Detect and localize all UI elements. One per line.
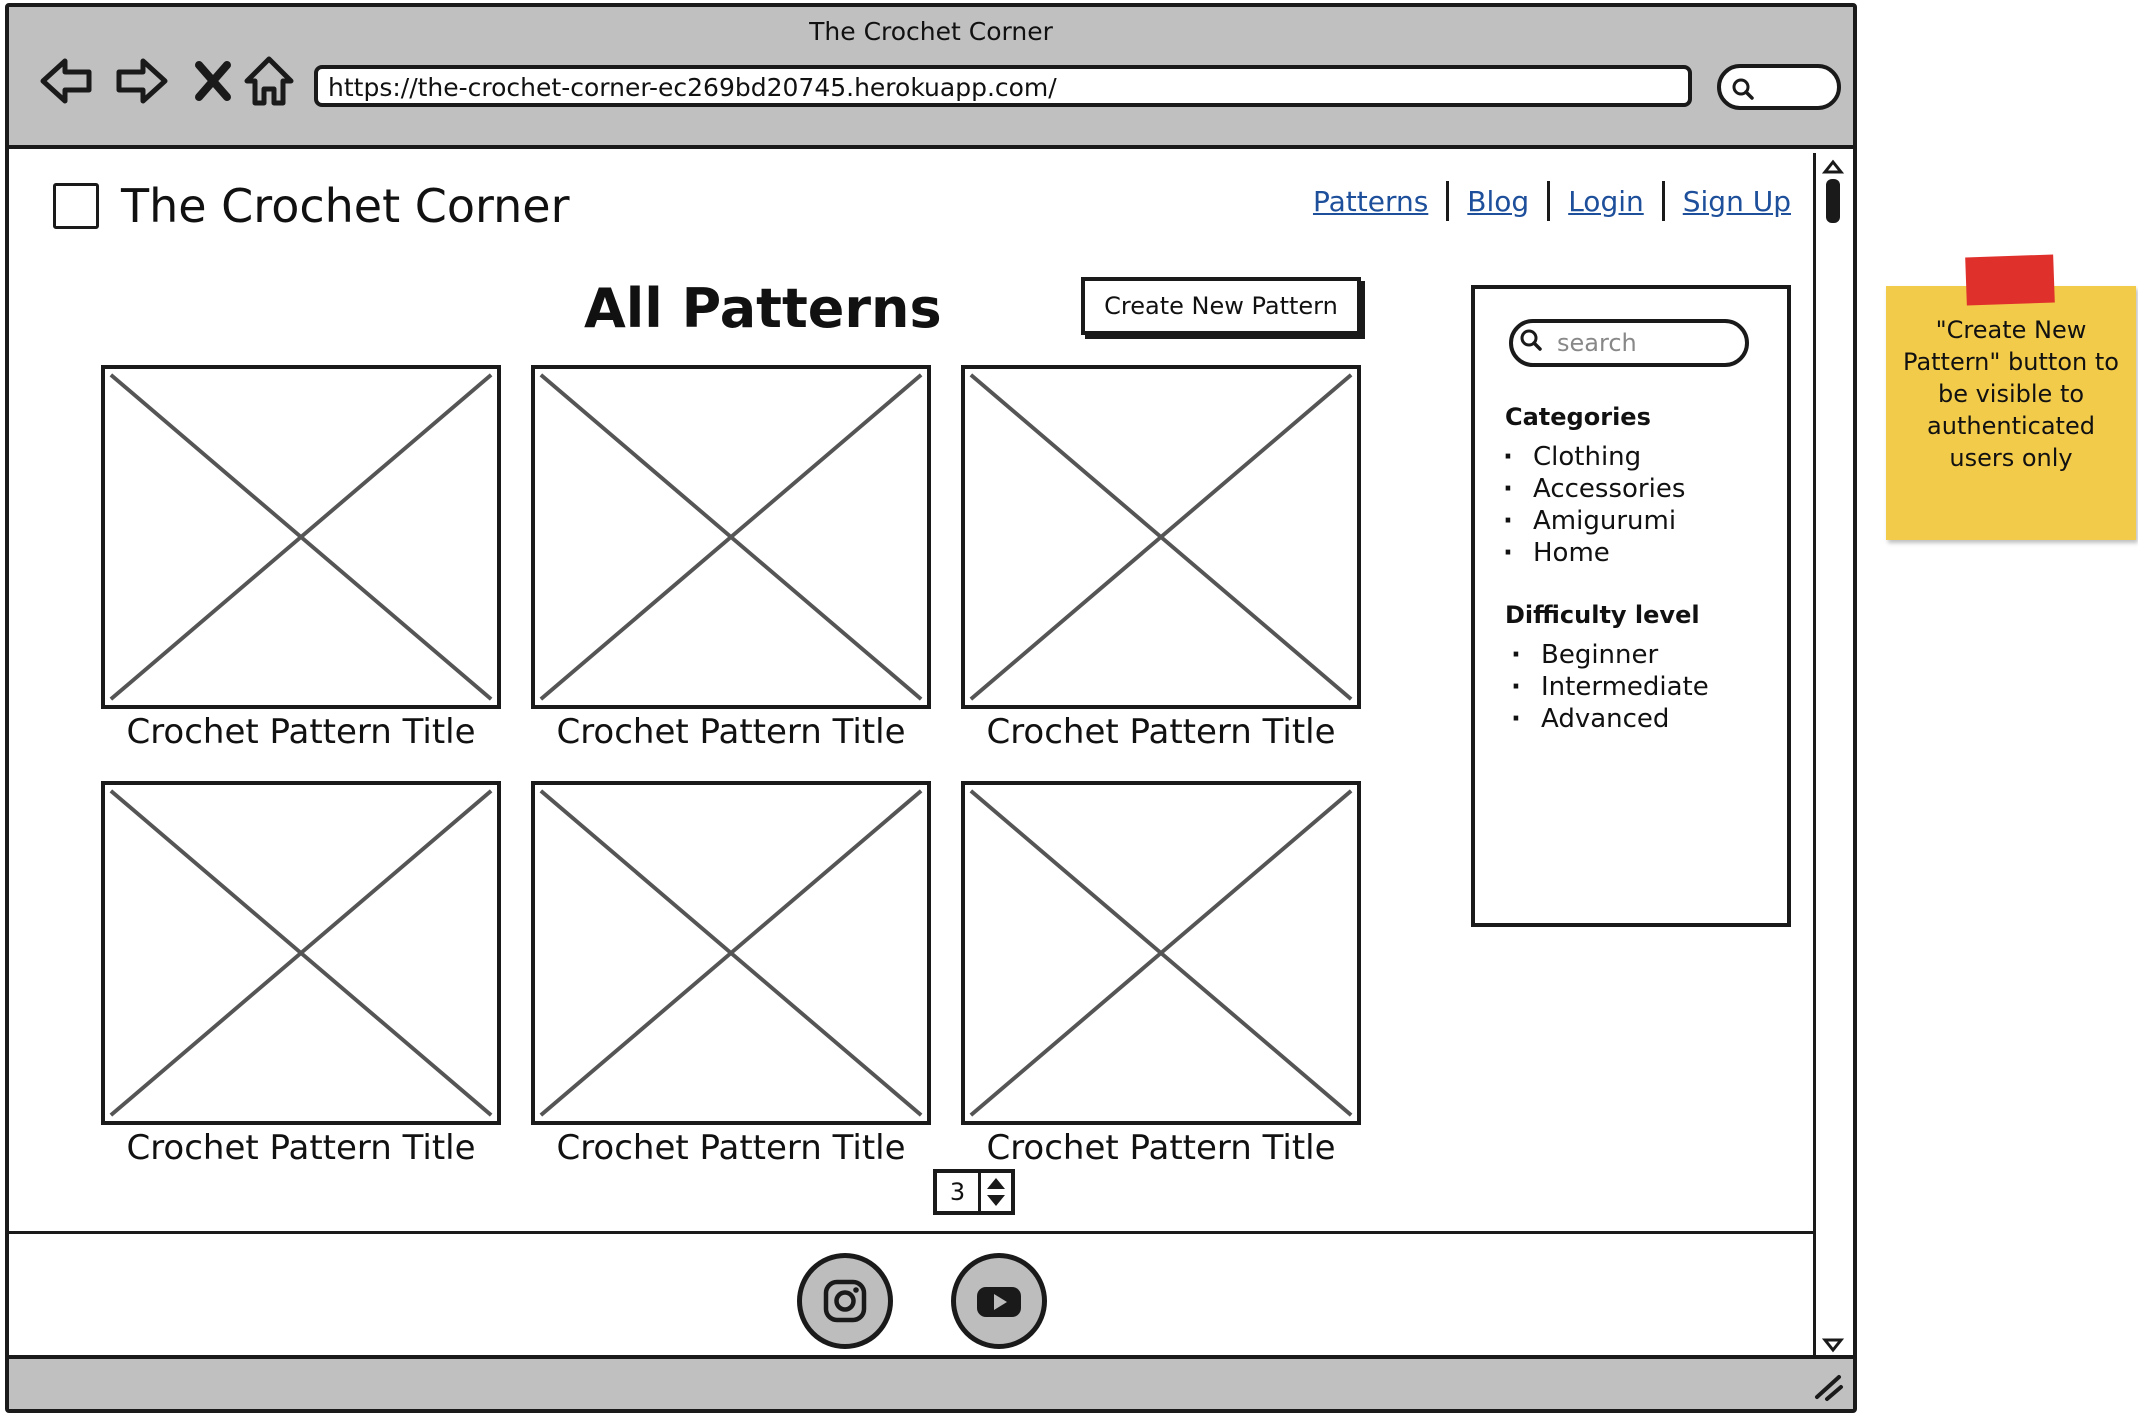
pattern-title[interactable]: Crochet Pattern Title [511,1128,951,1168]
pattern-title[interactable]: Crochet Pattern Title [941,1128,1381,1168]
annotation-text: "Create New Pattern" button to be visibl… [1903,316,2119,472]
browser-search-field[interactable] [1717,64,1841,110]
difficulty-item-intermediate[interactable]: Intermediate [1503,671,1709,703]
category-item-amigurumi[interactable]: Amigurumi [1495,505,1685,537]
filter-sidebar: search Categories Clothing Accessories A… [1471,285,1791,927]
youtube-button[interactable] [951,1253,1047,1349]
categories-heading: Categories [1505,403,1651,431]
sticky-tape [1965,254,2055,306]
nav-link-sign-up[interactable]: Sign Up [1683,185,1791,218]
forward-arrow-icon [116,58,168,104]
pattern-image-placeholder[interactable] [961,781,1361,1125]
difficulty-item-advanced[interactable]: Advanced [1503,703,1709,735]
pattern-image-placeholder[interactable] [531,365,931,709]
scroll-up-icon[interactable] [1822,159,1844,175]
create-new-pattern-button[interactable]: Create New Pattern [1081,277,1361,335]
site-title[interactable]: The Crochet Corner [121,179,569,233]
nav-link-blog[interactable]: Blog [1467,185,1529,218]
category-item-home[interactable]: Home [1495,537,1685,569]
site-logo[interactable] [53,183,99,229]
nav-link-patterns[interactable]: Patterns [1313,185,1428,218]
nav-divider [1547,181,1551,221]
home-button[interactable] [239,51,299,111]
pattern-image-placeholder[interactable] [101,365,501,709]
up-down-arrows-icon[interactable] [984,1175,1008,1209]
stepper-arrows[interactable] [981,1173,1011,1211]
category-item-clothing[interactable]: Clothing [1495,441,1685,473]
youtube-icon [977,1287,1021,1317]
image-placeholder-icon [109,789,493,1117]
close-icon [195,61,231,101]
back-button[interactable] [37,51,97,111]
pattern-title[interactable]: Crochet Pattern Title [941,712,1381,752]
pattern-image-placeholder[interactable] [961,365,1361,709]
pattern-title[interactable]: Crochet Pattern Title [511,712,951,752]
difficulty-heading: Difficulty level [1505,601,1700,629]
annotation-sticky-note: "Create New Pattern" button to be visibl… [1886,254,2136,540]
image-placeholder-icon [969,373,1353,701]
difficulty-item-beginner[interactable]: Beginner [1503,639,1709,671]
status-bar [9,1355,1853,1409]
difficulty-list: Beginner Intermediate Advanced [1503,639,1709,735]
stop-button[interactable] [183,51,243,111]
search-icon [1520,329,1542,351]
pattern-title[interactable]: Crochet Pattern Title [81,1128,521,1168]
page-title: All Patterns [584,277,942,340]
resize-grip-icon[interactable] [1809,1367,1845,1403]
instagram-button[interactable] [797,1253,893,1349]
search-icon [1732,78,1754,100]
image-placeholder-icon [539,789,923,1117]
scrollbar-thumb[interactable] [1826,179,1840,223]
instagram-icon [823,1279,867,1323]
nav-link-login[interactable]: Login [1568,185,1644,218]
image-placeholder-icon [539,373,923,701]
top-navigation: Patterns Blog Login Sign Up [1313,181,1791,221]
pattern-title[interactable]: Crochet Pattern Title [81,712,521,752]
window-title: The Crochet Corner [809,17,1053,46]
page-number[interactable]: 3 [937,1173,981,1211]
pattern-image-placeholder[interactable] [101,781,501,1125]
page-viewport: The Crochet Corner Patterns Blog Login S… [9,153,1821,1359]
home-icon [244,56,294,106]
image-placeholder-icon [969,789,1353,1117]
browser-chrome: The Crochet Corner https://the-crochet-c… [9,7,1853,149]
pagination-stepper[interactable]: 3 [933,1169,1015,1215]
forward-button[interactable] [111,51,171,111]
address-bar[interactable]: https://the-crochet-corner-ec269bd20745.… [314,65,1692,107]
back-arrow-icon [40,58,92,104]
footer-divider [9,1231,1817,1234]
vertical-scrollbar[interactable] [1813,153,1853,1359]
image-placeholder-icon [109,373,493,701]
browser-window: The Crochet Corner https://the-crochet-c… [5,3,1857,1413]
search-input[interactable]: search [1509,319,1749,367]
category-item-accessories[interactable]: Accessories [1495,473,1685,505]
nav-divider [1661,181,1665,221]
category-list: Clothing Accessories Amigurumi Home [1495,441,1685,569]
pattern-image-placeholder[interactable] [531,781,931,1125]
scroll-down-icon[interactable] [1822,1337,1844,1353]
nav-divider [1446,181,1450,221]
